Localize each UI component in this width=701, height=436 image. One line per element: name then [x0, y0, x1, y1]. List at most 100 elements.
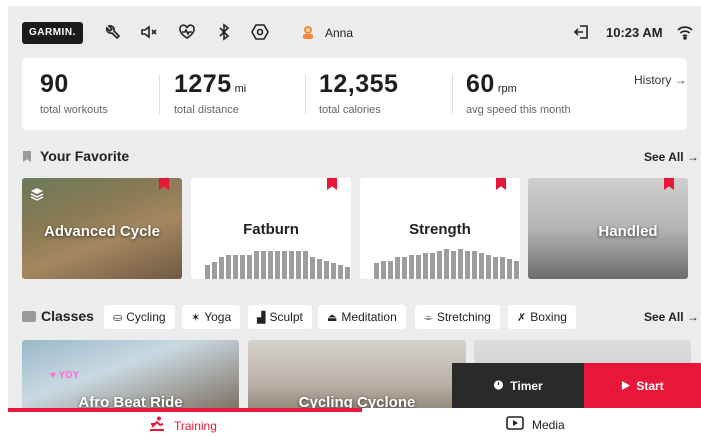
mute-icon[interactable]	[140, 23, 158, 41]
favorite-card-fatburn[interactable]: Fatburn	[191, 178, 351, 279]
intensity-profile	[205, 251, 351, 279]
top-bar: GARMIN. Anna 10:23 AM	[8, 6, 701, 52]
stat-value: 1275	[174, 70, 232, 98]
intensity-bar	[479, 253, 484, 279]
classes-title: Classes	[41, 308, 94, 324]
favorite-bookmark-icon[interactable]	[159, 178, 169, 190]
intensity-bar	[493, 257, 498, 279]
intensity-bar	[338, 265, 343, 279]
intensity-bar	[317, 259, 322, 279]
intensity-bar	[500, 257, 505, 279]
intensity-bar	[514, 261, 519, 279]
history-link[interactable]: History →	[634, 73, 687, 87]
divider	[159, 74, 160, 114]
favorite-card-advanced-cycle[interactable]: Advanced Cycle	[22, 178, 182, 279]
nav-media[interactable]: Media	[506, 416, 565, 433]
intensity-bar	[388, 261, 393, 279]
intensity-bar	[451, 251, 456, 279]
intensity-bar	[381, 261, 386, 279]
wifi-icon[interactable]	[676, 23, 694, 41]
intensity-bar	[205, 265, 210, 279]
intensity-bar	[296, 251, 301, 279]
class-card-cycling-cyclone[interactable]: Cycling Cyclone	[248, 340, 466, 415]
intensity-profile	[374, 249, 520, 279]
intensity-bar	[430, 253, 435, 279]
app-screen: GARMIN. Anna 10:23 AM 90 total workouts …	[8, 6, 701, 436]
divider	[305, 74, 306, 114]
intensity-bar	[219, 257, 224, 279]
bottom-nav: Training Media	[8, 408, 701, 436]
bookmark-icon	[23, 151, 31, 162]
stat-label: avg speed this month	[466, 104, 571, 116]
classes-see-all-link[interactable]: See All →	[644, 310, 699, 324]
divider	[452, 74, 453, 114]
logout-icon[interactable]	[573, 23, 591, 41]
start-button[interactable]: Start	[584, 363, 701, 409]
ydy-logo: ♥ YDY	[50, 370, 80, 381]
class-card-afro-beat-ride[interactable]: ♥ YDY Afro Beat Ride	[22, 340, 239, 415]
intensity-bar	[402, 257, 407, 279]
intensity-bar	[345, 267, 350, 279]
timer-button[interactable]: Timer	[452, 363, 584, 409]
favorite-bookmark-icon[interactable]	[327, 178, 337, 190]
intensity-bar	[444, 249, 449, 279]
intensity-bar	[226, 255, 231, 279]
stat-value: 90	[40, 70, 69, 98]
stat-value: 12,355	[319, 70, 399, 98]
cycling-icon: ⛀	[113, 312, 123, 324]
layers-icon	[30, 187, 44, 201]
meditation-icon: ⏏	[327, 312, 338, 324]
intensity-bar	[374, 263, 379, 279]
chip-label: Sculpt	[269, 310, 303, 324]
intensity-bar	[310, 257, 315, 279]
chip-yoga[interactable]: ✶ Yoga	[182, 305, 241, 329]
stat-label: total distance	[174, 104, 239, 116]
timer-label: Timer	[510, 379, 543, 393]
chip-label: Cycling	[126, 310, 166, 324]
intensity-bar	[465, 251, 470, 279]
active-tab-indicator	[8, 408, 362, 412]
intensity-bar	[282, 251, 287, 279]
intensity-bar	[486, 255, 491, 279]
favorite-bookmark-icon[interactable]	[664, 178, 674, 190]
chip-sculpt[interactable]: ▟ Sculpt	[248, 305, 312, 329]
chip-meditation[interactable]: ⏏ Meditation	[318, 305, 406, 329]
chip-boxing[interactable]: ✗ Boxing	[508, 305, 576, 329]
favorite-card-strength[interactable]: Strength	[360, 178, 520, 279]
bluetooth-icon[interactable]	[215, 23, 233, 41]
media-icon	[506, 416, 524, 433]
intensity-bar	[507, 259, 512, 279]
garmin-logo: GARMIN.	[22, 22, 83, 44]
sculpt-icon: ▟	[257, 312, 266, 324]
stat-label: total calories	[319, 104, 381, 116]
chip-stretching[interactable]: ⌯ Stretching	[415, 305, 500, 329]
intensity-bar	[240, 255, 245, 279]
stats-panel: 90 total workouts 1275 mi total distance …	[22, 58, 687, 130]
cyclist-icon	[148, 416, 166, 435]
user-name[interactable]: Anna	[325, 26, 353, 40]
stat-value: 60	[466, 70, 495, 98]
settings-icon[interactable]	[251, 23, 269, 41]
clock: 10:23 AM	[606, 25, 663, 40]
chip-cycling[interactable]: ⛀ Cycling	[104, 305, 175, 329]
intensity-bar	[261, 251, 266, 279]
heart-rate-icon[interactable]	[178, 23, 196, 41]
chip-label: Meditation	[341, 310, 397, 324]
card-title: Handled	[598, 223, 658, 240]
stat-unit: rpm	[497, 83, 517, 95]
classes-icon	[22, 311, 36, 322]
nav-training[interactable]: Training	[148, 416, 217, 435]
play-icon	[621, 379, 631, 393]
favorite-bookmark-icon[interactable]	[496, 178, 506, 190]
intensity-bar	[324, 261, 329, 279]
intensity-bar	[233, 255, 238, 279]
stopwatch-icon	[493, 379, 504, 393]
intensity-bar	[472, 251, 477, 279]
favorite-card-handled[interactable]: Handled	[528, 178, 688, 279]
stat-label: total workouts	[40, 104, 108, 116]
boxing-icon: ✗	[517, 312, 527, 324]
intensity-bar	[409, 255, 414, 279]
tools-icon[interactable]	[104, 23, 122, 41]
user-avatar-icon[interactable]	[302, 25, 314, 39]
favorites-see-all-link[interactable]: See All →	[644, 150, 699, 164]
